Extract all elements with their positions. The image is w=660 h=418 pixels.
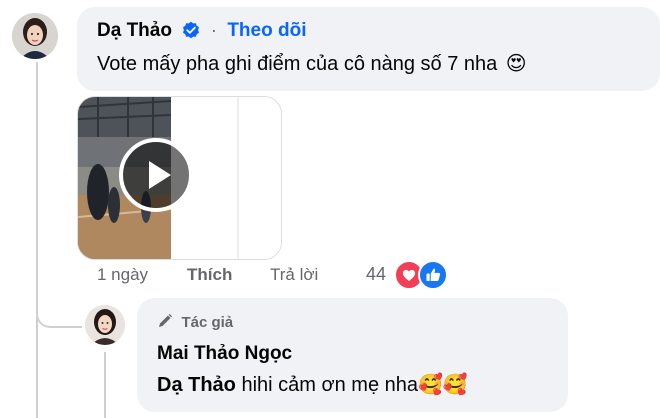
- comment-actions: 1 ngày: [97, 265, 148, 285]
- reply-author-name[interactable]: Mai Thảo Ngọc: [157, 343, 292, 364]
- like-reaction-icon: [418, 260, 448, 290]
- reaction-count[interactable]: 44: [366, 264, 386, 285]
- reply-bubble: Tác giả Mai Thảo Ngọc Dạ Thảo hihi cảm ơ…: [137, 298, 568, 412]
- thread-line-branch: [36, 290, 82, 328]
- reply-button[interactable]: Trả lời: [270, 265, 318, 284]
- reactions[interactable]: [394, 260, 454, 290]
- thread-line-main: [36, 62, 38, 418]
- reply-text: hihi cảm ơn mẹ nha: [235, 374, 418, 396]
- heart-eyes-emoji: 😍: [505, 53, 527, 75]
- pencil-icon: [159, 313, 173, 327]
- comment-bubble: Dạ Thảo · Theo dõi Vote mấy pha ghi điểm…: [77, 7, 660, 91]
- separator-dot: ·: [210, 20, 217, 40]
- reply-avatar[interactable]: [85, 305, 125, 345]
- comment-author-name[interactable]: Dạ Thảo: [97, 20, 172, 41]
- verified-icon: [182, 21, 200, 44]
- like-action-wrapper: Thích: [187, 265, 232, 285]
- follow-button[interactable]: Theo dõi: [227, 20, 306, 41]
- play-icon: [149, 161, 171, 189]
- commenter-avatar[interactable]: [12, 13, 58, 59]
- video-attachment[interactable]: [77, 96, 282, 260]
- reply-action-wrapper: Trả lời: [270, 265, 318, 285]
- author-badge: Tác giả: [181, 314, 234, 331]
- like-button[interactable]: Thích: [187, 265, 232, 284]
- smiling-hearts-emoji: 🥰🥰: [418, 374, 468, 396]
- thread-line-reply: [104, 352, 106, 418]
- mention-link[interactable]: Dạ Thảo: [157, 374, 236, 396]
- comment-time[interactable]: 1 ngày: [97, 265, 148, 284]
- comment-text: Vote mấy pha ghi điểm của cô nàng số 7 n…: [97, 53, 498, 75]
- play-button[interactable]: [119, 138, 193, 212]
